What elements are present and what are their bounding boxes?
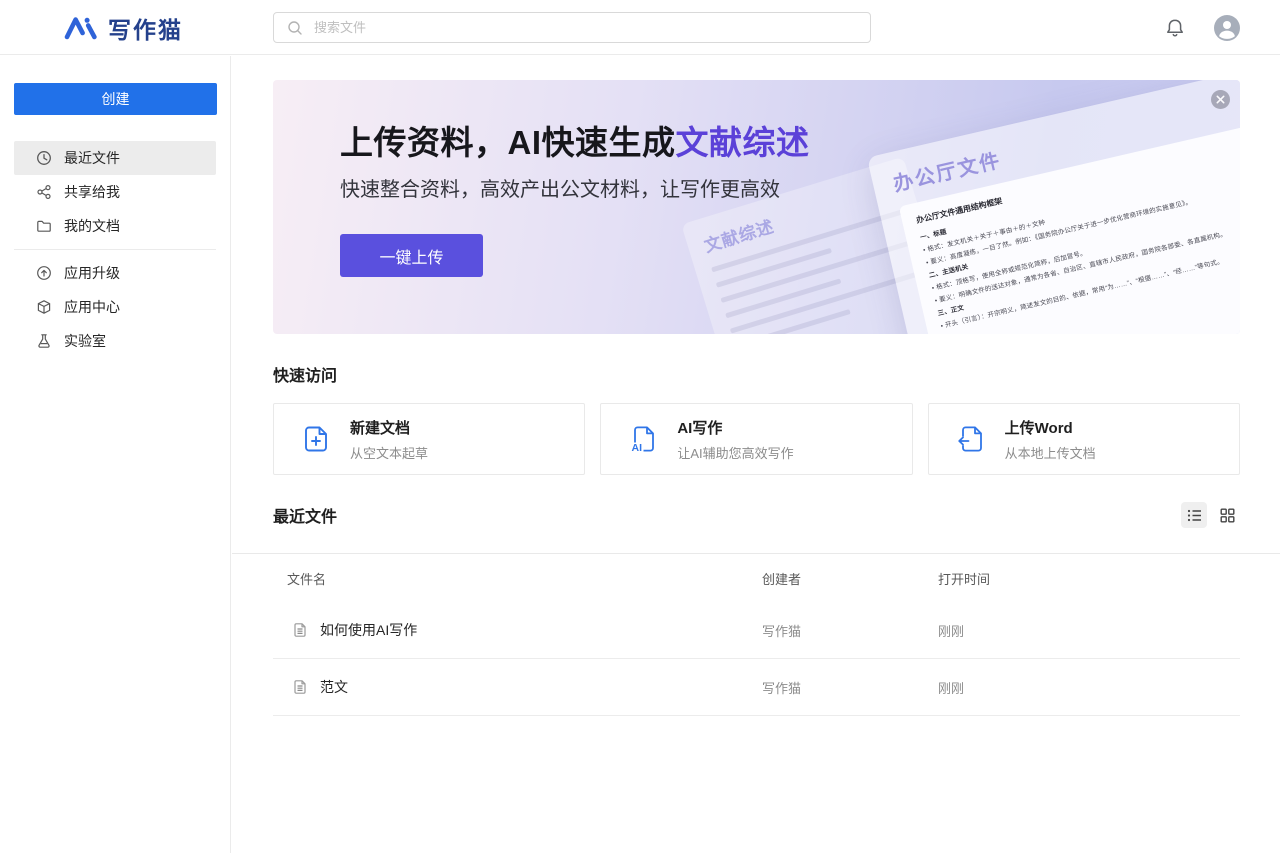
document-icon (292, 622, 308, 638)
card-desc: 从本地上传文档 (1004, 445, 1096, 461)
sidebar-item-shared-with-me[interactable]: 共享给我 (14, 175, 216, 209)
logo-icon (64, 16, 98, 40)
clock-icon (36, 150, 52, 166)
card-title: 上传Word (1004, 419, 1073, 437)
card-title: 新建文档 (350, 419, 411, 437)
sidebar-item-label: 共享给我 (64, 184, 120, 200)
sidebar-item-label: 应用升级 (64, 265, 120, 281)
sidebar: 创建 最近文件 共享给我 我的文档 应用升级 应用中心 实验室 (0, 56, 231, 853)
banner-subtitle: 快速整合资料，高效产出公文材料，让写作更高效 (340, 179, 780, 201)
file-open-time: 刚刚 (938, 623, 965, 639)
column-file-name: 文件名 (287, 571, 327, 587)
sidebar-item-label: 应用中心 (64, 299, 120, 315)
one-click-upload-button[interactable]: 一键上传 (340, 234, 483, 277)
logo[interactable]: 写作猫 (64, 0, 183, 55)
view-toggle (1181, 502, 1240, 528)
search-icon (287, 20, 303, 36)
file-name: 如何使用AI写作 (320, 622, 418, 638)
column-creator: 创建者 (762, 571, 802, 587)
grid-view-button[interactable] (1214, 502, 1240, 528)
column-open-time: 打开时间 (938, 571, 991, 587)
file-creator: 写作猫 (762, 680, 802, 696)
file-name: 范文 (320, 679, 348, 695)
top-header: 写作猫 (0, 0, 1280, 55)
recent-files-header: 最近文件 (273, 502, 1240, 528)
main-content: 文献综述 办公厅文件 办公厅文件通用结构框架 一、标题 • 格式：发文机关＋关于… (232, 56, 1280, 853)
card-desc: 让AI辅助您高效写作 (677, 445, 794, 461)
sidebar-item-app-upgrade[interactable]: 应用升级 (14, 256, 216, 290)
logo-text: 写作猫 (108, 16, 183, 43)
sidebar-nav: 最近文件 共享给我 我的文档 应用升级 应用中心 实验室 (0, 141, 230, 358)
user-avatar[interactable] (1214, 14, 1240, 41)
document-icon (292, 679, 308, 695)
card-upload-word[interactable]: 上传Word 从本地上传文档 (927, 403, 1240, 475)
table-header: 文件名 创建者 打开时间 (273, 554, 1240, 602)
notification-bell-icon[interactable] (1164, 17, 1186, 39)
card-desc: 从空文本起草 (350, 445, 429, 461)
banner-doc-front: 办公厅文件 办公厅文件通用结构框架 一、标题 • 格式：发文机关＋关于＋事由＋的… (866, 80, 1240, 334)
quick-access-title: 快速访问 (273, 368, 338, 385)
new-document-icon (301, 424, 331, 454)
sidebar-divider (14, 249, 216, 250)
sidebar-item-label: 我的文档 (64, 218, 120, 234)
sidebar-item-laboratory[interactable]: 实验室 (14, 324, 216, 358)
sidebar-item-my-documents[interactable]: 我的文档 (14, 209, 216, 243)
search-box[interactable] (273, 12, 871, 43)
lab-flask-icon (36, 333, 52, 349)
card-title: AI写作 (677, 419, 723, 437)
share-icon (36, 184, 52, 200)
card-new-document[interactable]: 新建文档 从空文本起草 (273, 403, 586, 475)
svg-text:AI: AI (632, 442, 643, 454)
header-actions (1164, 0, 1240, 55)
upload-word-icon (955, 424, 986, 454)
table-row[interactable]: 如何使用AI写作 写作猫 刚刚 (273, 602, 1240, 659)
search-input[interactable] (312, 19, 857, 36)
promo-banner: 文献综述 办公厅文件 办公厅文件通用结构框架 一、标题 • 格式：发文机关＋关于… (273, 80, 1240, 334)
sidebar-item-app-center[interactable]: 应用中心 (14, 290, 216, 324)
folder-icon (36, 218, 52, 234)
apps-icon (36, 299, 52, 315)
table-row[interactable]: 范文 写作猫 刚刚 (273, 659, 1240, 716)
sidebar-item-recent-files[interactable]: 最近文件 (14, 141, 216, 175)
create-button[interactable]: 创建 (14, 83, 217, 115)
recent-files-title: 最近文件 (273, 509, 338, 526)
banner-close-icon[interactable] (1211, 90, 1230, 109)
file-open-time: 刚刚 (938, 680, 965, 696)
file-creator: 写作猫 (762, 623, 802, 639)
banner-title-highlight: 文献综述 (675, 124, 810, 161)
upgrade-icon (36, 265, 52, 281)
ai-writing-icon: AI (628, 424, 658, 454)
list-view-button[interactable] (1181, 502, 1207, 528)
quick-access-cards: 新建文档 从空文本起草 AI AI写作 让AI辅助您高效写作 上传Word 从本… (273, 403, 1240, 475)
sidebar-item-label: 最近文件 (64, 150, 120, 166)
banner-title: 上传资料，AI快速生成文献综述 (340, 124, 810, 161)
card-ai-writing[interactable]: AI AI写作 让AI辅助您高效写作 (600, 403, 913, 475)
sidebar-item-label: 实验室 (64, 333, 106, 349)
